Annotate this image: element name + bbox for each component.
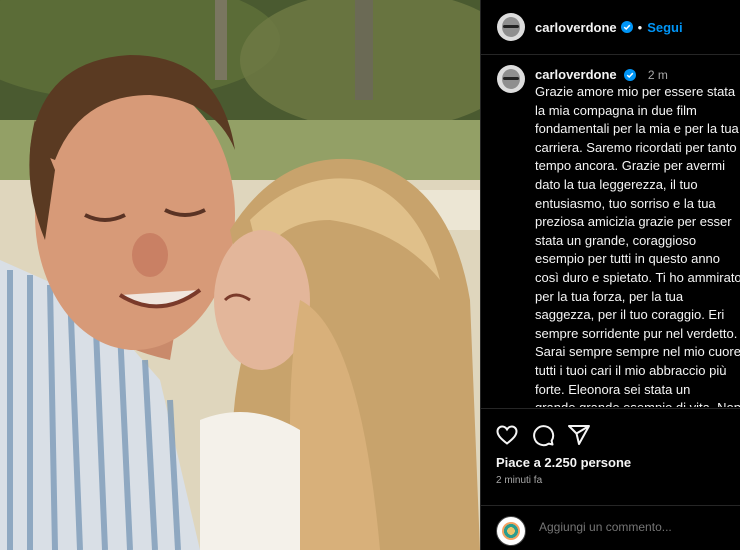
post-actions-section: Piace a 2.250 persone 2 minuti fa <box>481 408 740 550</box>
caption-scroll-area[interactable]: carloverdone 2 m Grazie amore mio per es… <box>481 55 740 407</box>
action-icons <box>495 423 591 447</box>
post-side-panel: carloverdone • Segui carloverdone 2 m Gr… <box>480 0 740 550</box>
author-avatar[interactable] <box>497 13 525 41</box>
caption-username[interactable]: carloverdone <box>535 67 617 82</box>
caption-timestamp: 2 m <box>647 68 668 82</box>
post-photo[interactable] <box>0 0 480 550</box>
header-separator: • <box>637 19 643 35</box>
vintage-photo-illustration <box>0 0 480 550</box>
author-username[interactable]: carloverdone <box>535 20 617 35</box>
likes-count[interactable]: Piace a 2.250 persone <box>496 455 631 470</box>
heart-icon[interactable] <box>495 423 519 447</box>
paper-plane-icon[interactable] <box>567 423 591 447</box>
follow-button[interactable]: Segui <box>647 20 682 35</box>
post-time-ago[interactable]: 2 minuti fa <box>496 475 542 486</box>
comment-box <box>481 505 740 550</box>
post-header: carloverdone • Segui <box>481 0 740 55</box>
current-user-avatar <box>496 516 526 546</box>
comment-bubble-icon[interactable] <box>531 423 555 447</box>
verified-badge-icon <box>624 69 637 81</box>
comment-input[interactable] <box>539 520 729 534</box>
instagram-post-view: carloverdone • Segui carloverdone 2 m Gr… <box>0 0 740 550</box>
caption-author-avatar[interactable] <box>497 65 525 93</box>
verified-badge-icon <box>620 21 633 33</box>
caption-text: Grazie amore mio per essere stata la mia… <box>535 84 740 407</box>
caption-header: carloverdone 2 m <box>535 67 668 82</box>
